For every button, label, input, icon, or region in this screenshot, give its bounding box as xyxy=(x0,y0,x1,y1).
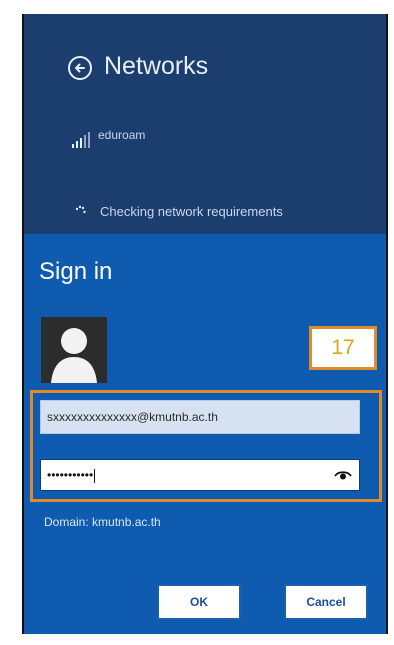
user-avatar-icon xyxy=(41,317,107,383)
network-signin-panel: Networks eduroam Checking network requir… xyxy=(22,14,388,634)
back-arrow-icon[interactable] xyxy=(68,56,92,80)
eye-icon[interactable] xyxy=(334,469,352,481)
screenshot-frame: Networks eduroam Checking network requir… xyxy=(0,0,394,645)
username-input[interactable]: sxxxxxxxxxxxxxx@kmutnb.ac.th xyxy=(40,400,360,434)
networks-title: Networks xyxy=(104,52,209,80)
text-caret xyxy=(94,468,96,483)
ok-button[interactable]: OK xyxy=(159,586,239,618)
password-input[interactable]: ••••••••••• xyxy=(40,459,360,491)
signin-title: Sign in xyxy=(39,258,113,285)
cancel-button[interactable]: Cancel xyxy=(286,586,366,618)
signal-strength-icon xyxy=(72,132,90,148)
step-badge: 17 xyxy=(309,326,377,370)
network-status: Checking network requirements xyxy=(100,204,283,219)
networks-header: Networks eduroam Checking network requir… xyxy=(24,14,386,234)
password-value: ••••••••••• xyxy=(47,468,94,482)
progress-dots-icon xyxy=(75,205,86,214)
domain-text: Domain: kmutnb.ac.th xyxy=(44,515,161,529)
network-name: eduroam xyxy=(98,128,146,142)
